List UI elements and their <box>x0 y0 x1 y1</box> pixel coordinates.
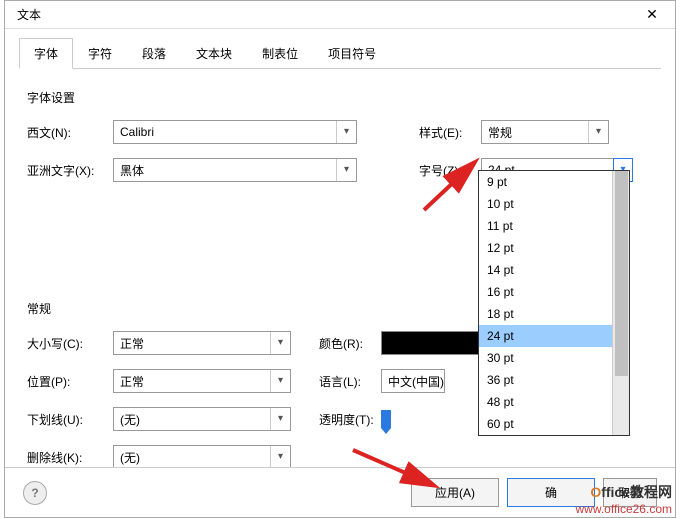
combo-style[interactable]: 常规 ▾ <box>481 120 609 144</box>
size-dropdown[interactable]: 9 pt10 pt11 pt12 pt14 pt16 pt18 pt24 pt3… <box>478 170 630 436</box>
label-underline: 下划线(U): <box>27 411 113 428</box>
apply-button[interactable]: 应用(A) <box>411 478 499 507</box>
combo-underline[interactable]: (无) ▾ <box>113 407 291 431</box>
tab-tabs[interactable]: 制表位 <box>247 38 313 69</box>
size-option[interactable]: 48 pt <box>479 391 612 413</box>
dialog-title: 文本 <box>13 6 41 23</box>
size-option[interactable]: 14 pt <box>479 259 612 281</box>
tab-paragraph[interactable]: 段落 <box>127 38 181 69</box>
label-language: 语言(L): <box>319 373 381 390</box>
tab-bullets[interactable]: 项目符号 <box>313 38 391 69</box>
size-option[interactable]: 9 pt <box>479 171 612 193</box>
combo-latin[interactable]: Calibri ▾ <box>113 120 357 144</box>
combo-underline-value: (无) <box>114 411 270 428</box>
combo-language[interactable]: 中文(中国) <box>381 369 445 393</box>
combo-latin-value: Calibri <box>114 125 336 139</box>
label-style: 样式(E): <box>419 124 481 141</box>
combo-case-value: 正常 <box>114 335 270 352</box>
size-option[interactable]: 12 pt <box>479 237 612 259</box>
label-size: 字号(Z): <box>419 162 481 179</box>
label-asian: 亚洲文字(X): <box>27 162 113 179</box>
combo-style-value: 常规 <box>482 124 588 141</box>
section-font-settings: 字体设置 <box>27 89 653 106</box>
label-color: 颜色(R): <box>319 335 381 352</box>
size-option[interactable]: 18 pt <box>479 303 612 325</box>
combo-asian[interactable]: 黑体 ▾ <box>113 158 357 182</box>
tab-char[interactable]: 字符 <box>73 38 127 69</box>
chevron-down-icon[interactable]: ▾ <box>588 121 608 143</box>
watermark: Office教程网 www.office26.com <box>576 482 673 516</box>
size-option[interactable]: 16 pt <box>479 281 612 303</box>
chevron-down-icon[interactable]: ▾ <box>270 446 290 468</box>
chevron-down-icon[interactable]: ▾ <box>270 408 290 430</box>
close-icon[interactable]: ✕ <box>637 6 667 23</box>
combo-strike[interactable]: (无) ▾ <box>113 445 291 469</box>
slider-thumb[interactable] <box>381 410 391 428</box>
size-option[interactable]: 10 pt <box>479 193 612 215</box>
label-position: 位置(P): <box>27 373 113 390</box>
tab-textblock[interactable]: 文本块 <box>181 38 247 69</box>
size-option[interactable]: 24 pt <box>479 325 612 347</box>
combo-strike-value: (无) <box>114 449 270 466</box>
combo-case[interactable]: 正常 ▾ <box>113 331 291 355</box>
size-option[interactable]: 36 pt <box>479 369 612 391</box>
combo-asian-value: 黑体 <box>114 162 336 179</box>
scrollbar-thumb[interactable] <box>615 171 628 376</box>
size-option[interactable]: 11 pt <box>479 215 612 237</box>
chevron-down-icon[interactable]: ▾ <box>270 370 290 392</box>
tab-font[interactable]: 字体 <box>19 38 73 69</box>
label-case: 大小写(C): <box>27 335 113 352</box>
size-option[interactable]: 60 pt <box>479 413 612 435</box>
scrollbar[interactable] <box>612 171 629 435</box>
chevron-down-icon[interactable]: ▾ <box>270 332 290 354</box>
label-transparency: 透明度(T): <box>319 411 381 428</box>
help-icon[interactable]: ? <box>23 481 47 505</box>
tab-bar: 字体 字符 段落 文本块 制表位 项目符号 <box>19 37 661 69</box>
size-option[interactable]: 30 pt <box>479 347 612 369</box>
label-latin: 西文(N): <box>27 124 113 141</box>
label-strike: 删除线(K): <box>27 449 113 466</box>
combo-language-value: 中文(中国) <box>382 373 444 390</box>
chevron-down-icon[interactable]: ▾ <box>336 121 356 143</box>
combo-position-value: 正常 <box>114 373 270 390</box>
combo-position[interactable]: 正常 ▾ <box>113 369 291 393</box>
chevron-down-icon[interactable]: ▾ <box>336 159 356 181</box>
